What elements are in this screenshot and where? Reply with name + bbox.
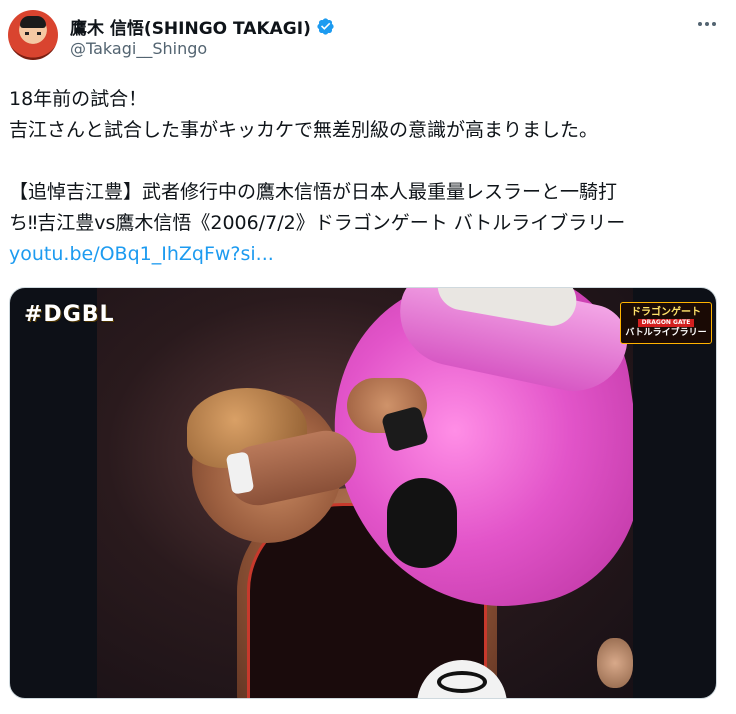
quote-line-2: ち‼吉江豊vs鷹木信悟《2006/7/2》ドラゴンゲート バトルライブラリー [9, 212, 626, 234]
dragon-gate-badge: ドラゴンゲート DRAGON GATE バトルライブラリー [620, 302, 712, 344]
link-card-thumbnail[interactable]: #DGBL ドラゴンゲート DRAGON GATE バトルライブラリー [9, 287, 717, 699]
elbow-pad [387, 478, 457, 568]
dgbl-logo: #DGBL [24, 302, 115, 327]
author-display-name[interactable]: 鷹木 信悟(SHINGO TAKAGI) [70, 14, 311, 39]
author-handle[interactable]: @Takagi__Shingo [70, 39, 207, 58]
verified-badge-icon [317, 18, 334, 35]
youtube-link[interactable]: youtu.be/OBq1_IhZqFw?si... [9, 243, 274, 265]
post-line-1: 18年前の試合！ [9, 88, 148, 110]
badge-bottom: バトルライブラリー [625, 328, 707, 338]
avatar-eyes [25, 32, 41, 35]
badge-top: ドラゴンゲート [631, 307, 701, 318]
background-spectator [597, 638, 633, 688]
badge-mid: DRAGON GATE [637, 319, 695, 327]
video-frame-image [97, 288, 633, 698]
quote-line-1: 【追悼吉江豊】武者修行中の鷹木信悟が日本人最重量レスラーと一騎打 [9, 181, 618, 203]
post-line-2: 吉江さんと試合した事がキッカケで無差別級の意識が高まりました。 [9, 119, 599, 141]
post-body: 18年前の試合！ 吉江さんと試合した事がキッカケで無差別級の意識が高まりました。… [9, 84, 724, 270]
post-header: 鷹木 信悟(SHINGO TAKAGI) @Takagi__Shingo [8, 8, 728, 64]
avatar[interactable] [8, 10, 58, 60]
author-name-row: 鷹木 信悟(SHINGO TAKAGI) [70, 14, 335, 39]
more-dot [712, 22, 716, 26]
more-dot [698, 22, 702, 26]
mask-emblem [437, 671, 487, 693]
more-options-icon[interactable] [692, 12, 722, 36]
more-dot [705, 22, 709, 26]
avatar-hair [20, 16, 46, 28]
